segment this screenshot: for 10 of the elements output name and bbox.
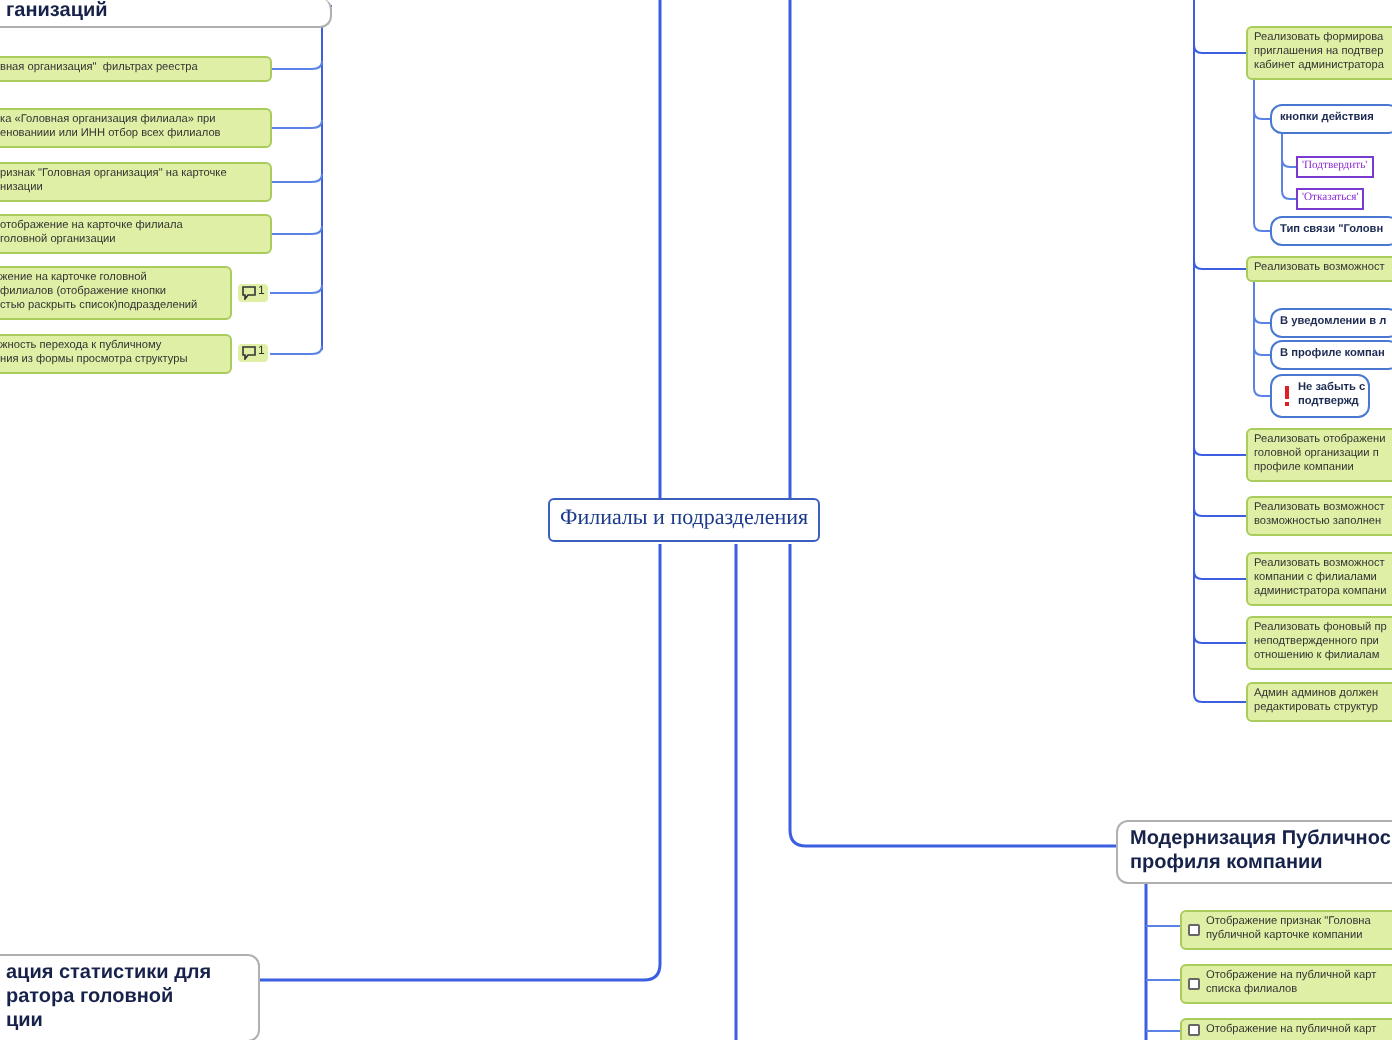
topic-title[interactable]: ация статистики для ратора головной ции xyxy=(0,954,260,1040)
exclamation-icon xyxy=(1284,385,1290,406)
comment-icon xyxy=(242,285,256,299)
checkbox[interactable] xyxy=(1188,1024,1200,1037)
comment-icon xyxy=(242,346,256,360)
checkbox[interactable] xyxy=(1188,923,1200,936)
central-topic[interactable]: Филиалы и подразделения xyxy=(548,498,821,542)
topic-title[interactable]: Модернизация Публичнос профиля компании xyxy=(1116,820,1392,884)
checkbox[interactable] xyxy=(1188,977,1200,990)
topic-title[interactable]: ганизаций xyxy=(0,0,332,28)
